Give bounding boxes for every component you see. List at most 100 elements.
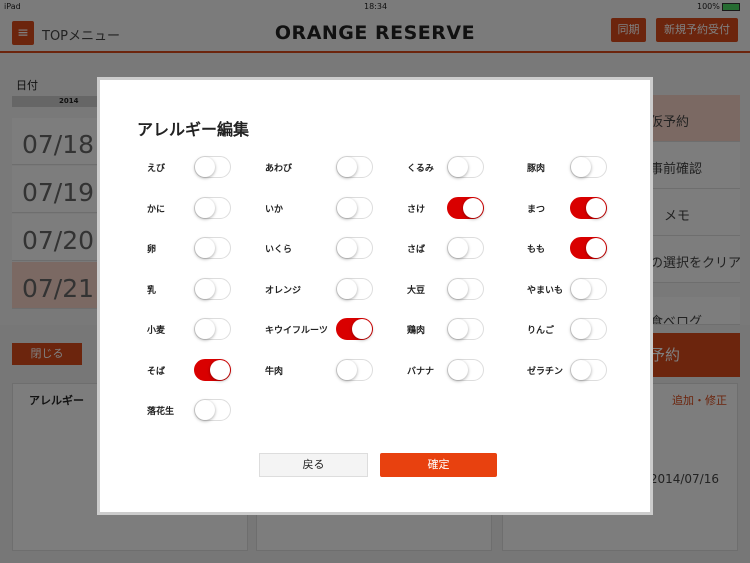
allergy-label: 小麦 — [147, 326, 166, 336]
allergy-toggle[interactable] — [194, 196, 231, 219]
allergy-item: ゼラチン — [527, 358, 647, 381]
toggle-knob — [448, 278, 468, 299]
allergy-label: オレンジ — [265, 285, 302, 296]
allergy-label: あわび — [265, 164, 293, 174]
allergy-item: いか — [265, 196, 385, 219]
toggle-knob — [586, 197, 606, 218]
allergy-toggle[interactable] — [336, 318, 373, 340]
allergy-toggle[interactable] — [447, 196, 484, 219]
allergy-toggle[interactable] — [194, 237, 231, 259]
toggle-knob — [448, 157, 468, 177]
toggle-knob — [337, 197, 357, 218]
allergy-toggle[interactable] — [447, 277, 484, 300]
allergy-item: いくら — [265, 237, 385, 259]
allergy-item: 小麦 — [147, 318, 267, 340]
toggle-knob — [195, 157, 215, 177]
allergy-toggle[interactable] — [447, 318, 484, 340]
back-button[interactable]: 戻る — [259, 453, 368, 477]
allergy-toggle[interactable] — [570, 277, 607, 300]
allergy-toggle[interactable] — [336, 196, 373, 219]
allergy-toggle[interactable] — [194, 399, 231, 421]
allergy-label: 鶏肉 — [407, 326, 426, 336]
allergy-label: くるみ — [407, 164, 434, 174]
toggle-knob — [195, 278, 215, 299]
allergy-toggle[interactable] — [570, 358, 607, 381]
allergy-label: もも — [527, 245, 546, 255]
allergy-label: かに — [147, 204, 166, 215]
allergy-item: 大豆 — [407, 277, 527, 300]
allergy-label: バナナ — [407, 366, 435, 377]
allergy-toggle[interactable] — [570, 318, 607, 340]
toggle-knob — [195, 319, 215, 339]
allergy-label: まつ — [527, 204, 546, 215]
toggle-knob — [448, 359, 468, 380]
allergy-toggle[interactable] — [336, 237, 373, 259]
toggle-knob — [448, 238, 468, 258]
allergy-toggle[interactable] — [194, 156, 231, 178]
allergy-toggle[interactable] — [570, 196, 607, 219]
allergy-item: 落花生 — [147, 399, 267, 421]
allergy-label: 大豆 — [407, 285, 426, 296]
toggle-knob — [337, 238, 357, 258]
allergy-label: ゼラチン — [527, 366, 564, 377]
toggle-knob — [337, 157, 357, 177]
toggle-knob — [195, 197, 215, 218]
allergy-toggle[interactable] — [570, 237, 607, 259]
allergy-item: 牛肉 — [265, 358, 385, 381]
allergy-label: キウイフルーツ — [265, 326, 328, 336]
allergy-toggle[interactable] — [336, 156, 373, 178]
allergy-item: オレンジ — [265, 277, 385, 300]
allergy-item: キウイフルーツ — [265, 318, 385, 340]
allergy-toggle[interactable] — [447, 237, 484, 259]
allergy-label: いか — [265, 204, 284, 215]
allergy-item: そば — [147, 358, 267, 381]
allergy-label: 乳 — [147, 285, 157, 296]
allergy-label: いくら — [265, 245, 293, 255]
allergy-item: まつ — [527, 196, 647, 219]
toggle-knob — [571, 359, 591, 380]
allergy-label: やまいも — [527, 285, 564, 296]
toggle-knob — [448, 319, 468, 339]
toggle-knob — [463, 197, 483, 218]
allergy-item: もも — [527, 237, 647, 259]
allergy-toggle[interactable] — [447, 156, 484, 178]
allergy-toggle[interactable] — [447, 358, 484, 381]
toggle-knob — [571, 319, 591, 339]
toggle-knob — [352, 319, 372, 339]
allergy-label: りんご — [527, 326, 555, 336]
allergy-label: 落花生 — [147, 407, 175, 417]
allergy-item: 乳 — [147, 277, 267, 300]
allergy-item: さけ — [407, 196, 527, 219]
allergy-toggle[interactable] — [336, 277, 373, 300]
allergy-item: あわび — [265, 156, 385, 178]
toggle-knob — [571, 278, 591, 299]
allergy-label: そば — [147, 366, 166, 377]
dialog-title: アレルギー編集 — [137, 120, 250, 139]
confirm-button[interactable]: 確定 — [380, 453, 497, 477]
allergy-item: やまいも — [527, 277, 647, 300]
allergy-label: 卵 — [147, 245, 157, 255]
allergy-item: かに — [147, 196, 267, 219]
allergy-toggle[interactable] — [336, 358, 373, 381]
toggle-knob — [337, 359, 357, 380]
allergy-toggle[interactable] — [194, 277, 231, 300]
allergy-item: くるみ — [407, 156, 527, 178]
allergy-toggle[interactable] — [194, 318, 231, 340]
allergy-item: 鶏肉 — [407, 318, 527, 340]
allergy-item: さば — [407, 237, 527, 259]
allergy-label: えび — [147, 164, 166, 174]
toggle-knob — [210, 359, 230, 380]
toggle-knob — [586, 238, 606, 258]
allergy-toggle[interactable] — [194, 358, 231, 381]
allergy-item: りんご — [527, 318, 647, 340]
allergy-item: えび — [147, 156, 267, 178]
allergy-label: さけ — [407, 204, 426, 215]
allergy-toggle[interactable] — [570, 156, 607, 178]
allergy-label: さば — [407, 245, 426, 255]
allergy-item: バナナ — [407, 358, 527, 381]
toggle-knob — [571, 157, 591, 177]
allergy-label: 牛肉 — [265, 366, 284, 377]
allergy-edit-dialog: アレルギー編集 えび あわび くるみ 豚肉 かに いか さけ まつ 卵 いくら … — [97, 77, 653, 515]
toggle-knob — [195, 400, 215, 420]
allergy-label: 豚肉 — [527, 164, 546, 174]
